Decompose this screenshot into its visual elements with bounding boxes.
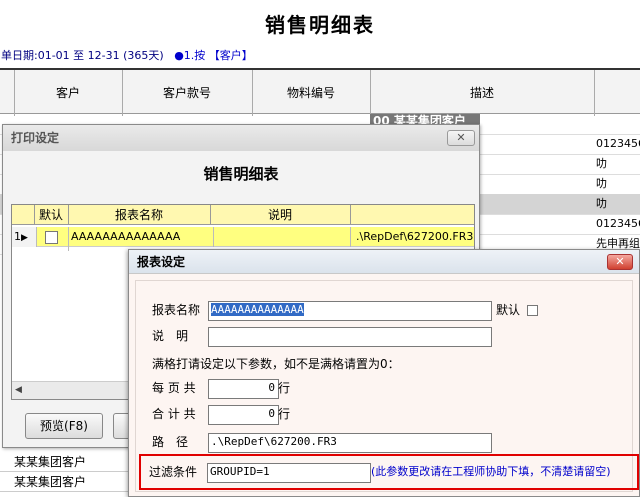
report-info-line: 单日期:01-01 至 12-31 (365天) ●1.按 【客户】 xyxy=(0,46,640,66)
row-index: 1 xyxy=(14,230,21,243)
close-icon: ✕ xyxy=(615,255,625,268)
table-cell: 叻 xyxy=(596,157,607,170)
customer-cell[interactable]: 某某集团客户 xyxy=(0,474,134,492)
scroll-left-icon[interactable]: ◀ xyxy=(15,385,22,395)
path-cell[interactable]: .\RepDef\627200.FR3 xyxy=(350,227,480,247)
grid-header: 默认 报表名称 说明 xyxy=(12,205,474,225)
report-name-cell[interactable]: AAAAAAAAAAAAAA xyxy=(68,227,214,247)
default-checkbox[interactable] xyxy=(44,231,58,244)
column-customer[interactable]: 客户 xyxy=(14,70,123,116)
filter-note: (此参数更改请在工程师协助下填，不清楚请留空) xyxy=(371,465,611,478)
grid-indicator-header xyxy=(12,205,35,225)
description-cell[interactable] xyxy=(210,227,351,247)
grid-header-default[interactable]: 默认 xyxy=(34,205,69,225)
customer-cell[interactable]: 某某集团客户 xyxy=(0,454,134,472)
path-label: 路 径 xyxy=(152,435,189,449)
path-input[interactable]: .\RepDef\627200.FR3 xyxy=(208,433,492,453)
filter-input[interactable]: GROUPID=1 xyxy=(207,463,371,483)
per-page-unit: 行 xyxy=(278,381,291,395)
filter-highlight-box: 过滤条件 GROUPID=1 (此参数更改请在工程师协助下填，不清楚请留空) xyxy=(139,454,639,490)
column-material-code[interactable]: 物料编号 xyxy=(252,70,371,116)
per-page-label: 每 页 共 xyxy=(152,381,196,395)
report-dialog-title: 报表设定 xyxy=(137,255,186,269)
table-cell: 01234567 xyxy=(596,217,640,230)
report-table-header: 客户 客户款号 物料编号 描述 xyxy=(0,68,640,116)
report-name-value: AAAAAAAAAAAAAA xyxy=(211,303,304,316)
grid-row[interactable]: 1▶ AAAAAAAAAAAAAA .\RepDef\627200.FR3 xyxy=(12,227,474,251)
report-settings-dialog: 报表设定 ✕ 报表名称 AAAAAAAAAAAAAA 默认 说 明 满格打请设定… xyxy=(128,249,640,497)
default-label: 默认 xyxy=(496,303,521,317)
group-by-key: 【客户】 xyxy=(208,49,253,62)
print-dialog-titlebar[interactable]: 打印设定 ✕ xyxy=(3,125,479,151)
report-name-input[interactable]: AAAAAAAAAAAAAA xyxy=(208,301,492,321)
grid-header-report-name[interactable]: 报表名称 xyxy=(68,205,211,225)
filter-label: 过滤条件 xyxy=(149,465,198,479)
total-label: 合 计 共 xyxy=(152,407,196,421)
group-by-bullet: ●1.按 xyxy=(174,49,206,62)
row-pointer-icon: ▶ xyxy=(21,233,28,243)
description-input[interactable] xyxy=(208,327,492,347)
default-checkbox[interactable] xyxy=(527,305,538,316)
description-label: 说 明 xyxy=(152,329,189,343)
default-checkbox-cell[interactable] xyxy=(34,227,69,251)
print-dialog-close-button[interactable]: ✕ xyxy=(447,130,475,146)
parameter-hint: 满格打请设定以下参数，如不是满格请置为0： xyxy=(152,357,400,371)
date-range: 单日期:01-01 至 12-31 (365天) xyxy=(1,49,164,62)
table-cell: 叻 xyxy=(596,177,607,190)
total-unit: 行 xyxy=(278,407,291,421)
report-name-label: 报表名称 xyxy=(152,303,201,317)
report-dialog-titlebar[interactable]: 报表设定 ✕ xyxy=(129,250,639,274)
grid-header-description[interactable]: 说明 xyxy=(210,205,351,225)
print-dialog-heading: 销售明细表 xyxy=(203,165,279,183)
per-page-input[interactable]: 0 xyxy=(208,379,279,399)
close-icon: ✕ xyxy=(456,131,466,144)
table-cell: 01234567 xyxy=(596,137,640,150)
column-customer-style[interactable]: 客户款号 xyxy=(122,70,253,116)
total-input[interactable]: 0 xyxy=(208,405,279,425)
report-dialog-close-button[interactable]: ✕ xyxy=(607,254,633,270)
table-cell: 叻 xyxy=(596,197,607,210)
report-title: 销售明细表 xyxy=(265,13,375,37)
column-description[interactable]: 描述 xyxy=(370,70,595,116)
grid-header-path[interactable] xyxy=(350,205,474,225)
preview-button[interactable]: 预览(F8) xyxy=(25,413,103,439)
print-dialog-title: 打印设定 xyxy=(11,131,60,145)
column-extra[interactable] xyxy=(594,70,640,116)
row-indicator-column xyxy=(0,70,15,116)
